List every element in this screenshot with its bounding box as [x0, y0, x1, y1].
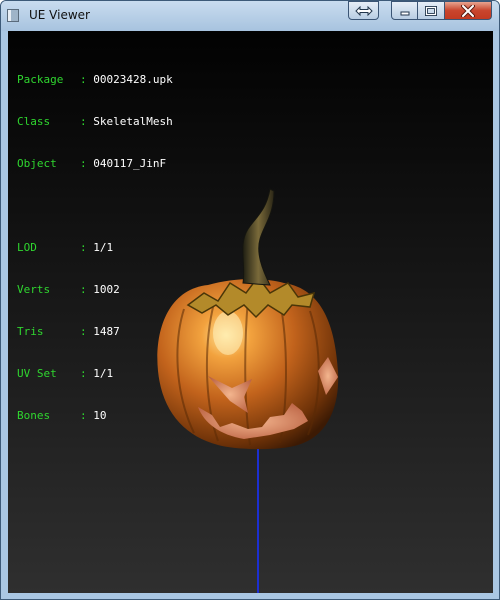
title-bar[interactable]: UE Viewer — [1, 1, 499, 31]
close-icon — [461, 4, 475, 17]
minimize-button[interactable] — [391, 1, 418, 20]
pumpkin-highlight — [213, 311, 243, 355]
close-button[interactable] — [445, 1, 492, 20]
pumpkin-mesh — [157, 188, 339, 593]
resize-button[interactable] — [348, 1, 379, 20]
resize-arrows-icon — [354, 5, 373, 16]
maximize-button[interactable] — [418, 1, 445, 20]
minimize-icon — [400, 11, 409, 15]
app-icon — [7, 9, 19, 22]
3d-viewport[interactable]: Package: 00023428.upk Class: SkeletalMes… — [8, 31, 493, 593]
app-window: UE Viewer Package: 00023428.upk Class: … — [0, 0, 500, 600]
window-title: UE Viewer — [29, 8, 90, 22]
maximize-icon — [425, 5, 437, 16]
pumpkin-stem — [242, 188, 275, 286]
